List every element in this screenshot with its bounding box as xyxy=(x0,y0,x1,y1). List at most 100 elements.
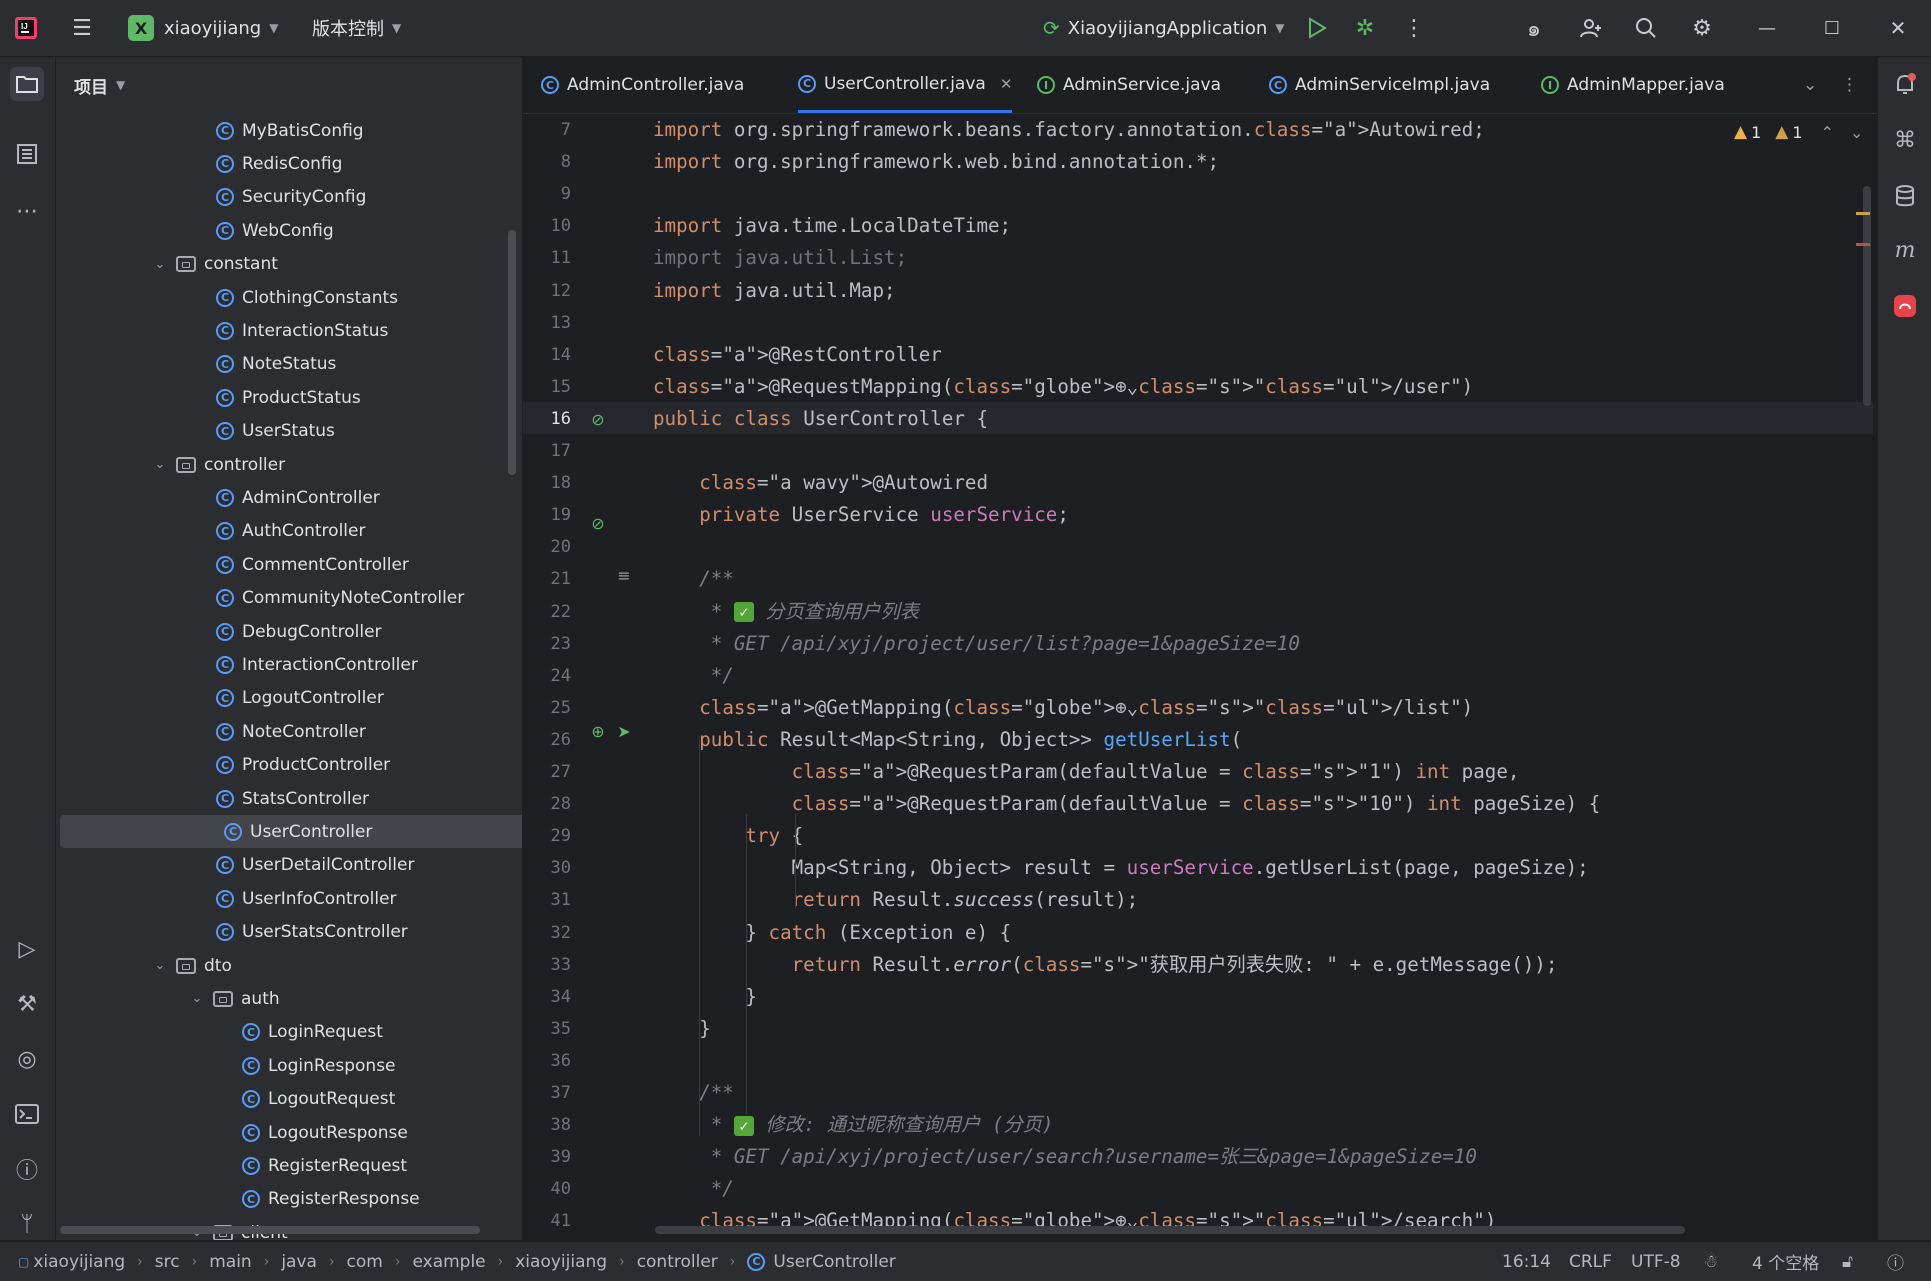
tree-class-item[interactable]: C WebConfig xyxy=(216,214,334,247)
tree-folder[interactable]: ⌄ constant xyxy=(152,248,278,281)
tab-user-controller[interactable]: C UserController.java ✕ xyxy=(798,57,1013,113)
tab-admin-service[interactable]: I AdminService.java xyxy=(1037,57,1221,113)
caret-position[interactable]: 16:14 xyxy=(1502,1242,1551,1281)
chevron-down-icon[interactable]: ⌄ xyxy=(152,257,168,272)
tree-class-item[interactable]: C UserStatus xyxy=(216,415,335,448)
run-tool-icon[interactable]: ▷ xyxy=(10,932,44,966)
project-vertical-scrollbar[interactable] xyxy=(508,230,516,475)
maven-icon[interactable]: m xyxy=(1888,233,1922,267)
send-request-icon[interactable]: ➤ xyxy=(613,720,635,742)
tree-class-item[interactable]: C AuthController xyxy=(216,515,365,548)
inspection-profile-icon[interactable]: ☃ xyxy=(1703,1242,1718,1281)
plugin-logo-icon[interactable] xyxy=(1888,289,1922,323)
project-folder-icon[interactable] xyxy=(10,67,44,101)
ai-chat-icon[interactable]: ⌘ xyxy=(1888,123,1922,157)
tree-class-item[interactable]: C MyBatisConfig xyxy=(216,114,364,147)
tree-class-item[interactable]: C CommunityNoteController xyxy=(216,582,464,615)
tree-class-item[interactable]: C RegisterResponse xyxy=(242,1183,420,1216)
tree-class-item[interactable]: C StatsController xyxy=(216,782,369,815)
breadcrumb-item[interactable]: xiaoyijiang xyxy=(33,1252,125,1272)
more-actions-icon[interactable]: ⋮ xyxy=(1400,14,1428,42)
autowired-gutter-icon[interactable]: ⊘ xyxy=(587,512,609,534)
tree-folder[interactable]: ⌄ controller xyxy=(152,448,286,481)
settings-gear-icon[interactable]: ⚙ xyxy=(1688,14,1716,42)
app-logo-icon[interactable]: IJ xyxy=(12,14,40,42)
maximize-icon[interactable]: ☐ xyxy=(1818,14,1846,42)
breadcrumb-item[interactable]: main xyxy=(209,1252,251,1272)
tab-list-dropdown[interactable]: ⌄ xyxy=(1803,57,1817,113)
run-config-selector[interactable]: ⟳ XiaoyijiangApplication ▼ xyxy=(1043,0,1284,56)
chevron-down-icon[interactable]: ⌄ xyxy=(189,991,205,1006)
run-icon[interactable] xyxy=(1303,14,1331,42)
tree-class-item[interactable]: C UserStatsController xyxy=(216,916,408,949)
warning-stripe-marker[interactable] xyxy=(1856,212,1870,215)
chevron-down-icon[interactable]: ⌄ xyxy=(152,457,168,472)
git-branch-icon[interactable]: ᛘ xyxy=(10,1207,44,1241)
terminal-icon[interactable] xyxy=(10,1097,44,1131)
tree-class-item[interactable]: C UserController xyxy=(60,815,522,849)
editor-vertical-scrollbar[interactable] xyxy=(1863,186,1871,406)
editor-horizontal-scrollbar[interactable] xyxy=(655,1226,1685,1234)
breadcrumb-item[interactable]: java xyxy=(281,1252,317,1272)
chevron-down-icon[interactable]: ⌄ xyxy=(152,958,168,973)
tab-admin-mapper[interactable]: I AdminMapper.java xyxy=(1541,57,1725,113)
tree-class-item[interactable]: C InteractionController xyxy=(216,648,418,681)
line-separator[interactable]: CRLF xyxy=(1569,1242,1612,1281)
code-editor[interactable]: 7 8 9 10 11 12 13 14 15 16 17 18 19 20 21 22 23 24 25 26 27 2… xyxy=(523,114,1877,1240)
search-icon[interactable] xyxy=(1632,14,1660,42)
minimize-icon[interactable]: — xyxy=(1753,14,1781,42)
previous-highlight-icon[interactable]: ⌃ xyxy=(1821,123,1834,142)
notifications-bell-icon[interactable] xyxy=(1888,67,1922,101)
project-switcher[interactable]: X xiaoyijiang ▼ xyxy=(128,0,278,56)
tree-class-item[interactable]: C LogoutController xyxy=(216,682,384,715)
project-panel-header[interactable]: 项目 ▼ xyxy=(74,57,125,113)
add-user-icon[interactable] xyxy=(1577,14,1605,42)
tree-class-item[interactable]: C UserInfoController xyxy=(216,882,397,915)
inspection-widget[interactable]: ▲ 1 ▲ 1 ⌃ ⌄ xyxy=(1734,120,1863,144)
tree-class-item[interactable]: C RedisConfig xyxy=(216,147,342,180)
tree-folder[interactable]: ⌄ auth xyxy=(189,982,280,1015)
tab-admin-controller[interactable]: C AdminController.java xyxy=(541,57,744,113)
error-stripe-marker[interactable] xyxy=(1856,243,1870,246)
tree-class-item[interactable]: C NoteController xyxy=(216,715,366,748)
more-tools-icon[interactable]: ⋯ xyxy=(10,194,44,228)
structure-icon[interactable] xyxy=(10,137,44,171)
tab-more-options[interactable]: ⋮ xyxy=(1841,57,1858,113)
problems-icon[interactable]: ⓘ xyxy=(10,1152,44,1186)
readonly-lock-icon[interactable]: 🔓︎ xyxy=(1842,1242,1853,1281)
database-icon[interactable] xyxy=(1888,179,1922,213)
breadcrumb-item[interactable]: example xyxy=(412,1252,485,1272)
tree-class-item[interactable]: C ClothingConstants xyxy=(216,281,398,314)
tree-folder[interactable]: ⌄ dto xyxy=(152,949,232,982)
close-tab-icon[interactable]: ✕ xyxy=(1000,75,1013,93)
breadcrumb-item[interactable]: com xyxy=(347,1252,383,1272)
build-hammer-icon[interactable]: ⚒ xyxy=(10,987,44,1021)
tree-class-item[interactable]: C RegisterRequest xyxy=(242,1149,407,1182)
tree-class-item[interactable]: C LogoutRequest xyxy=(242,1083,395,1116)
tree-class-item[interactable]: C SecurityConfig xyxy=(216,181,366,214)
tab-admin-service-impl[interactable]: C AdminServiceImpl.java xyxy=(1269,57,1490,113)
doc-render-icon[interactable]: ≡ xyxy=(613,564,635,586)
breadcrumb-item[interactable]: xiaoyijiang xyxy=(515,1252,607,1272)
file-encoding[interactable]: UTF-8 xyxy=(1631,1242,1681,1281)
spring-bean-gutter-icon[interactable]: ⊘ xyxy=(587,408,609,430)
close-window-icon[interactable]: ✕ xyxy=(1884,14,1912,42)
tree-class-item[interactable]: C CommentController xyxy=(216,548,409,581)
debug-icon[interactable]: ✲ xyxy=(1351,14,1379,42)
event-log-icon[interactable]: ⓘ xyxy=(1887,1242,1904,1281)
breadcrumb-item[interactable]: src xyxy=(155,1252,180,1272)
project-horizontal-scrollbar[interactable] xyxy=(60,1226,480,1234)
ai-assistant-icon[interactable]: ๑ xyxy=(1520,14,1548,42)
tree-class-item[interactable]: C AdminController xyxy=(216,481,380,514)
tree-class-item[interactable]: C InteractionStatus xyxy=(216,314,388,347)
vcs-menu[interactable]: 版本控制 ▼ xyxy=(312,0,401,56)
tree-class-item[interactable]: C ProductStatus xyxy=(216,381,361,414)
tree-class-item[interactable]: C LoginResponse xyxy=(242,1049,396,1082)
indent-setting[interactable]: 4 个空格 xyxy=(1752,1242,1819,1281)
tree-class-item[interactable]: C NoteStatus xyxy=(216,348,336,381)
tree-class-item[interactable]: C LoginRequest xyxy=(242,1016,383,1049)
next-highlight-icon[interactable]: ⌄ xyxy=(1850,123,1863,142)
tree-class-item[interactable]: C LogoutResponse xyxy=(242,1116,408,1149)
tree-class-item[interactable]: C UserDetailController xyxy=(216,849,414,882)
breadcrumb-item[interactable]: controller xyxy=(637,1252,718,1272)
